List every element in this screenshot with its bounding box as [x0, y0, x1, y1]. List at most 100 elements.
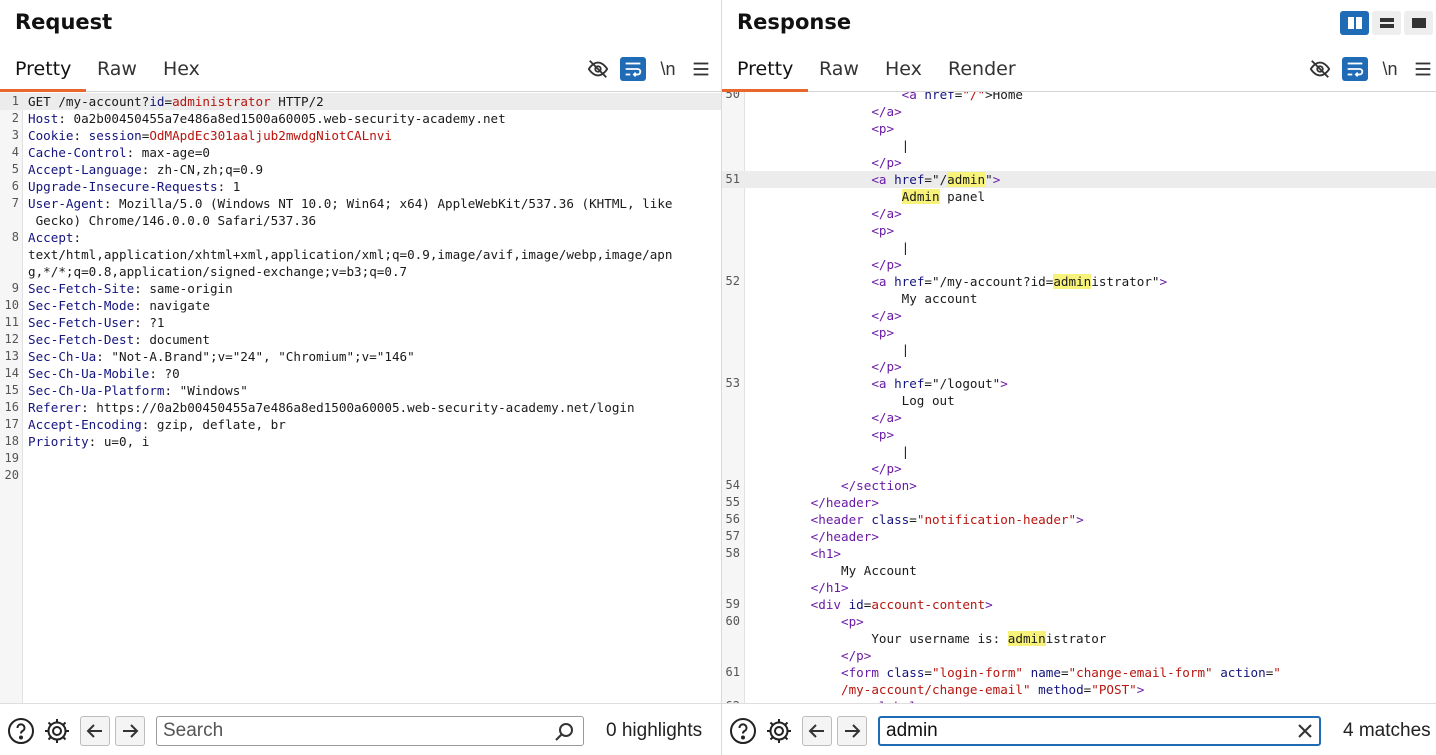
next-match-button[interactable] [115, 716, 145, 746]
settings-icon[interactable] [42, 716, 72, 746]
code-line[interactable]: My account [722, 290, 1436, 307]
code-line[interactable]: 7 User-Agent: Mozilla/5.0 (Windows NT 10.… [0, 195, 721, 212]
code-line[interactable]: | [722, 137, 1436, 154]
code-line[interactable]: 17 Accept-Encoding: gzip, deflate, br [0, 416, 721, 433]
code-line[interactable]: 59 <div id=account-content> [722, 596, 1436, 613]
search-input[interactable]: admin [878, 716, 1321, 746]
code-line[interactable]: 15 Sec-Ch-Ua-Platform: "Windows" [0, 382, 721, 399]
code-line[interactable]: </a> [722, 307, 1436, 324]
code-line[interactable]: <p> [722, 324, 1436, 341]
code-line[interactable]: 16 Referer: https://0a2b00450455a7e486a8e… [0, 399, 721, 416]
code-line[interactable]: 1 GET /my-account?id=administrator HTTP/2 [0, 93, 721, 110]
menu-icon[interactable] [688, 57, 714, 81]
code-line[interactable]: </p> [722, 647, 1436, 664]
code-token: : https://0a2b00450455a7e486a8ed1500a600… [81, 400, 635, 415]
code-line[interactable]: | [722, 443, 1436, 460]
tab-hex[interactable]: Hex [885, 56, 922, 92]
search-input[interactable]: Search [156, 716, 584, 746]
code-line[interactable]: 55 </header> [722, 494, 1436, 511]
code-text: </section> [750, 477, 917, 494]
help-icon[interactable] [6, 716, 36, 746]
code-line[interactable]: 13 Sec-Ch-Ua: "Not-A.Brand";v="24", "Chro… [0, 348, 721, 365]
code-line[interactable]: 50 <a href="/">Home [722, 92, 1436, 103]
response-editor[interactable]: 50 <a href="/">Home </a> <p> | </p> 51 <a… [722, 92, 1436, 703]
hide-nonprintable-icon[interactable] [1307, 57, 1333, 81]
code-line[interactable]: 52 <a href="/my-account?id=administrator… [722, 273, 1436, 290]
previous-match-button[interactable] [80, 716, 110, 746]
word-wrap-icon[interactable] [1342, 57, 1368, 81]
code-line[interactable]: </a> [722, 205, 1436, 222]
code-line[interactable]: </h1> [722, 579, 1436, 596]
code-line[interactable]: 51 <a href="/admin"> [722, 171, 1436, 188]
code-line[interactable]: 54 </section> [722, 477, 1436, 494]
tab-render[interactable]: Render [948, 56, 1016, 92]
code-line[interactable]: text/html,application/xhtml+xml,applicat… [0, 246, 721, 263]
word-wrap-icon[interactable] [620, 57, 646, 81]
code-line[interactable]: Your username is: administrator [722, 630, 1436, 647]
newline-toggle[interactable]: \n [655, 57, 681, 81]
code-line[interactable]: 2 Host: 0a2b00450455a7e486a8ed1500a60005.… [0, 110, 721, 127]
code-line[interactable]: 4 Cache-Control: max-age=0 [0, 144, 721, 161]
code-line[interactable]: 60 <p> [722, 613, 1436, 630]
code-line[interactable]: 19 [0, 450, 721, 467]
code-line[interactable]: 56 <header class="notification-header"> [722, 511, 1436, 528]
code-line[interactable]: 61 <form class="login-form" name="change… [722, 664, 1436, 681]
code-text: Gecko) Chrome/146.0.0.0 Safari/537.36 [28, 212, 317, 229]
single-layout-icon[interactable] [1404, 11, 1433, 35]
settings-icon[interactable] [764, 716, 794, 746]
menu-icon[interactable] [1410, 57, 1436, 81]
code-line[interactable]: | [722, 341, 1436, 358]
next-match-button[interactable] [837, 716, 867, 746]
previous-match-button[interactable] [802, 716, 832, 746]
code-line[interactable]: 11 Sec-Fetch-User: ?1 [0, 314, 721, 331]
tab-hex[interactable]: Hex [163, 56, 200, 92]
code-line[interactable]: 8 Accept: [0, 229, 721, 246]
tab-raw[interactable]: Raw [819, 56, 859, 92]
code-line[interactable]: 53 <a href="/logout"> [722, 375, 1436, 392]
code-token: Cache-Control [28, 145, 127, 160]
code-line[interactable]: <p> [722, 222, 1436, 239]
request-editor[interactable]: 1 GET /my-account?id=administrator HTTP/2… [0, 92, 721, 703]
code-line[interactable]: <p> [722, 120, 1436, 137]
code-line[interactable]: 9 Sec-Fetch-Site: same-origin [0, 280, 721, 297]
code-line[interactable]: 10 Sec-Fetch-Mode: navigate [0, 297, 721, 314]
code-token: > [1076, 512, 1084, 527]
code-line[interactable]: 12 Sec-Fetch-Dest: document [0, 331, 721, 348]
tab-pretty[interactable]: Pretty [0, 56, 87, 92]
code-line[interactable]: 58 <h1> [722, 545, 1436, 562]
line-number: 2 [11, 111, 19, 125]
code-line[interactable]: Log out [722, 392, 1436, 409]
code-line[interactable]: /my-account/change-email" method="POST"> [722, 681, 1436, 698]
code-line[interactable]: Gecko) Chrome/146.0.0.0 Safari/537.36 [0, 212, 721, 229]
code-line[interactable]: </p> [722, 460, 1436, 477]
hide-nonprintable-icon[interactable] [585, 57, 611, 81]
tab-pretty[interactable]: Pretty [722, 56, 809, 92]
code-line[interactable]: </p> [722, 256, 1436, 273]
code-line[interactable]: 20 [0, 467, 721, 484]
code-token: : gzip, deflate, br [141, 417, 286, 432]
tab-raw[interactable]: Raw [97, 56, 137, 92]
code-line[interactable]: Admin panel [722, 188, 1436, 205]
code-line[interactable]: 3 Cookie: session=OdMApdEc301aaljub2mwdgN… [0, 127, 721, 144]
code-line[interactable]: 6 Upgrade-Insecure-Requests: 1 [0, 178, 721, 195]
clear-search-icon[interactable] [1296, 722, 1314, 744]
code-line[interactable]: My Account [722, 562, 1436, 579]
code-line[interactable]: <p> [722, 426, 1436, 443]
code-token: <p> [871, 427, 895, 442]
code-line[interactable]: 5 Accept-Language: zh-CN,zh;q=0.9 [0, 161, 721, 178]
code-token: text/html,application/xhtml+xml,applicat… [28, 247, 673, 262]
search-match: Admin [901, 189, 940, 204]
code-line[interactable]: </a> [722, 409, 1436, 426]
newline-toggle[interactable]: \n [1377, 57, 1403, 81]
code-line[interactable]: </a> [722, 103, 1436, 120]
code-line[interactable]: | [722, 239, 1436, 256]
help-icon[interactable] [728, 716, 758, 746]
code-line[interactable]: g,*/*;q=0.8,application/signed-exchange;… [0, 263, 721, 280]
split-layout-icon[interactable] [1340, 11, 1369, 35]
stacked-layout-icon[interactable] [1372, 11, 1401, 35]
code-line[interactable]: 18 Priority: u=0, i [0, 433, 721, 450]
code-line[interactable]: </p> [722, 154, 1436, 171]
code-line[interactable]: </p> [722, 358, 1436, 375]
code-line[interactable]: 14 Sec-Ch-Ua-Mobile: ?0 [0, 365, 721, 382]
code-line[interactable]: 57 </header> [722, 528, 1436, 545]
